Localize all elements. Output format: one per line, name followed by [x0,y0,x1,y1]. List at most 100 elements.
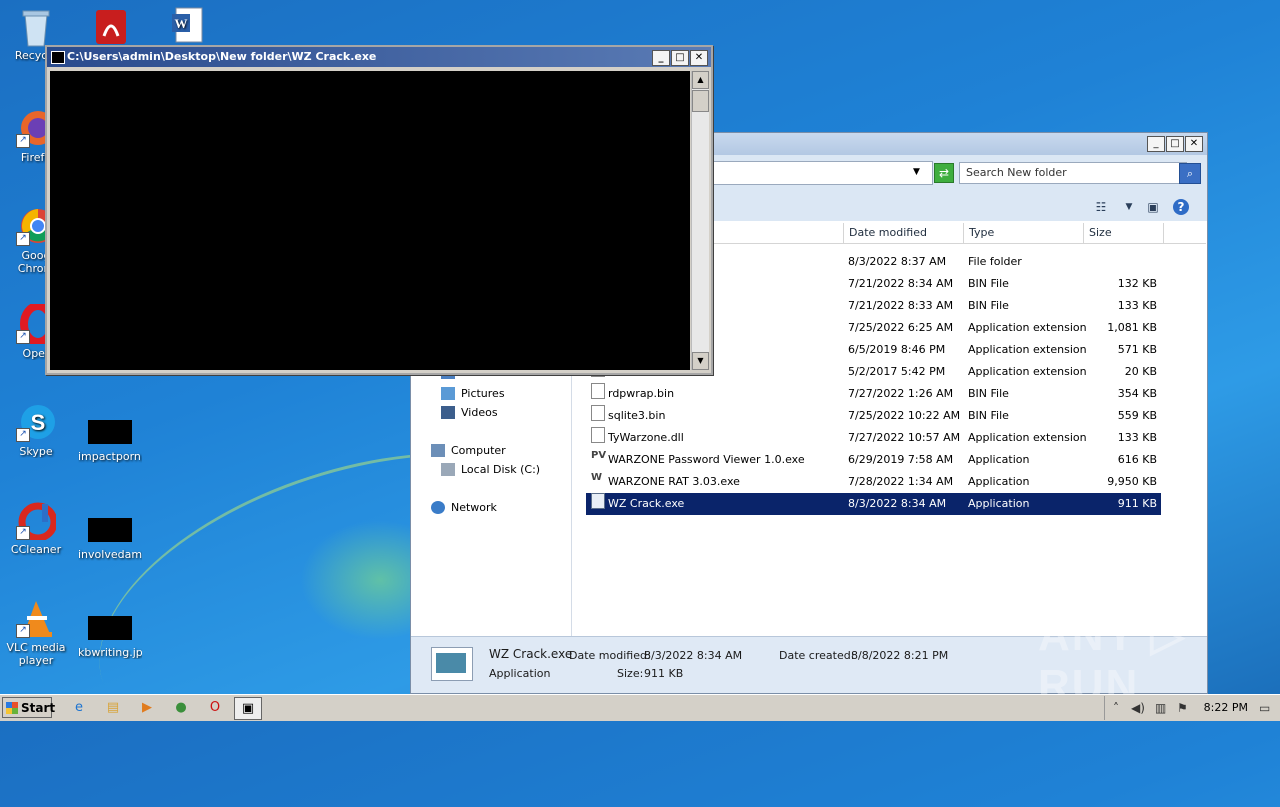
file-date: 8/3/2022 8:34 AM [848,497,947,510]
file-size: 133 KB [1117,431,1157,444]
start-button[interactable]: Start [2,697,55,718]
column-header-date[interactable]: Date modified [843,223,963,243]
file-row[interactable]: rdpwrap.bin 7/27/2022 1:26 AM BIN File 3… [586,383,1161,405]
desktop-icon-skype[interactable]: S ↗ Skype [4,402,68,458]
console-close-button[interactable]: ✕ [690,50,708,66]
column-header-size[interactable]: Size [1083,223,1163,243]
file-name: TyWarzone.dll [608,431,684,444]
console-title-bar[interactable]: C:\Users\admin\Desktop\New folder\WZ Cra… [47,47,711,67]
explorer-maximize-button[interactable]: □ [1166,136,1184,152]
console-minimize-button[interactable]: _ [652,50,670,66]
system-tray: ˄ ◀) ▥ ⚑ 8:22 PM ▭ [1104,696,1280,720]
chevron-down-icon[interactable]: ▼ [1121,199,1137,215]
file-icon [591,405,605,421]
explorer-close-button[interactable]: ✕ [1185,136,1203,152]
explorer-minimize-button[interactable]: _ [1147,136,1165,152]
password-viewer-icon: PV [591,450,607,461]
desktop-icon-involvedam[interactable]: involvedam... [78,508,142,561]
column-header-type[interactable]: Type [963,223,1083,243]
desktop-icon-impactporn[interactable]: impactporn... [78,410,142,463]
warzone-icon: W [591,472,603,483]
file-explorer-icon[interactable]: ▤ [100,697,126,718]
file-name: WARZONE RAT 3.03.exe [608,475,740,488]
nav-item-pictures[interactable]: Pictures [441,387,505,400]
file-name: WZ Crack.exe [608,497,685,510]
svg-text:S: S [31,410,46,435]
details-file-kind: Application [489,667,551,680]
media-player-icon[interactable]: ▶ [134,697,160,718]
desktop-icon-vlc[interactable]: ↗ VLC media player [4,598,68,667]
file-size: 1,081 KB [1107,321,1157,334]
desktop-icon-kbwriting[interactable]: kbwriting.jpg [78,606,142,659]
column-header-extra[interactable] [1163,223,1206,243]
view-options-icon[interactable]: ☷ [1093,199,1109,215]
file-size: 616 KB [1117,453,1157,466]
file-thumbnail-icon [88,518,132,542]
nav-item-computer[interactable]: Computer [431,444,506,457]
console-output[interactable] [50,71,690,370]
details-created-label: Date created: [779,649,855,662]
file-date: 7/28/2022 1:34 AM [848,475,954,488]
search-input[interactable]: Search New folder [959,162,1187,184]
recycle-bin-icon [16,6,56,47]
scroll-up-icon[interactable]: ▲ [692,71,709,89]
console-taskbar-icon[interactable]: ▣ [234,697,262,720]
refresh-icon[interactable]: ⇄ [934,163,954,183]
taskbar: Start e ▤ ▶ ● O ▣ ˄ ◀) ▥ ⚑ 8:22 PM ▭ [0,694,1280,721]
file-row[interactable]: PV WARZONE Password Viewer 1.0.exe 6/29/… [586,449,1161,471]
file-type: BIN File [968,387,1009,400]
file-type: Application extension [968,343,1087,356]
details-created-value: 8/8/2022 8:21 PM [851,649,949,662]
file-size: 354 KB [1117,387,1157,400]
volume-icon[interactable]: ◀) [1131,701,1145,715]
svg-text:W: W [175,16,188,31]
file-type: Application extension [968,431,1087,444]
file-date: 7/21/2022 8:34 AM [848,277,954,290]
computer-icon [431,444,445,457]
file-row[interactable]: sqlite3.bin 7/25/2022 10:22 AM BIN File … [586,405,1161,427]
file-type: Application [968,453,1030,466]
chrome-taskbar-icon[interactable]: ● [168,697,194,718]
action-center-flag-icon[interactable]: ⚑ [1177,701,1188,715]
opera-taskbar-icon[interactable]: O [202,697,228,718]
desktop-icon-acrobat[interactable] [78,6,142,49]
file-size: 9,950 KB [1107,475,1157,488]
search-icon[interactable]: ⌕ [1179,163,1201,184]
acrobat-icon [90,6,130,46]
show-hidden-icons-icon[interactable]: ˄ [1113,701,1119,715]
details-size-label: Size: [617,667,644,680]
nav-item-local-disk[interactable]: Local Disk (C:) [441,463,540,476]
file-name: rdpwrap.bin [608,387,675,400]
nav-item-network[interactable]: Network [431,501,497,514]
shortcut-arrow-icon: ↗ [16,232,30,246]
show-desktop-icon[interactable]: ▭ [1259,701,1270,715]
windows-logo-icon [6,702,18,714]
console-window[interactable]: C:\Users\admin\Desktop\New folder\WZ Cra… [45,45,713,375]
internet-explorer-icon[interactable]: e [66,697,92,718]
file-date: 7/21/2022 8:33 AM [848,299,954,312]
file-type: BIN File [968,299,1009,312]
desktop-icon-ccleaner[interactable]: ↗ CCleaner [4,500,68,556]
preview-pane-icon[interactable]: ▣ [1145,199,1161,215]
file-row-selected[interactable]: WZ Crack.exe 8/3/2022 8:34 AM Applicatio… [586,493,1161,515]
file-size: 20 KB [1124,365,1157,378]
scroll-down-icon[interactable]: ▼ [692,352,709,370]
file-size: 911 KB [1117,497,1157,510]
console-scrollbar[interactable]: ▲ ▼ [691,71,709,370]
console-maximize-button[interactable]: □ [671,50,689,66]
scroll-thumb[interactable] [692,90,709,112]
details-modified-label: Date modified: [569,649,651,662]
clock[interactable]: 8:22 PM [1204,701,1248,714]
network-tray-icon[interactable]: ▥ [1155,701,1166,715]
file-row[interactable]: W WARZONE RAT 3.03.exe 7/28/2022 1:34 AM… [586,471,1161,493]
file-size: 132 KB [1117,277,1157,290]
file-date: 8/3/2022 8:37 AM [848,255,947,268]
help-icon[interactable]: ? [1173,199,1189,215]
file-row[interactable]: TyWarzone.dll 7/27/2022 10:57 AM Applica… [586,427,1161,449]
shortcut-arrow-icon: ↗ [16,624,30,638]
file-type: Application extension [968,321,1087,334]
desktop-icon-word[interactable]: W [154,6,218,49]
nav-item-videos[interactable]: Videos [441,406,498,419]
file-name: WARZONE Password Viewer 1.0.exe [608,453,805,466]
address-dropdown-icon[interactable]: ▼ [913,167,920,177]
